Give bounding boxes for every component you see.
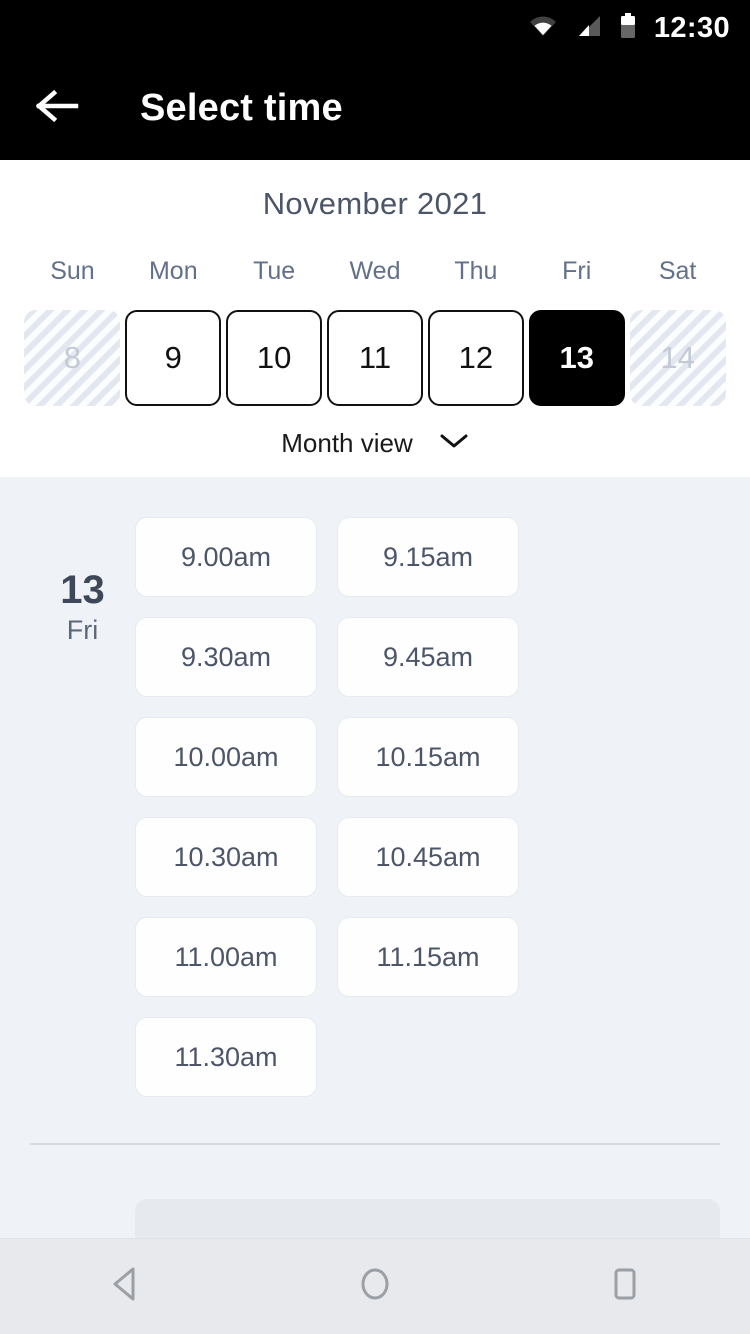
phone-screen: 12:30 Select time November 2021 Sun Mon … <box>0 0 750 1334</box>
back-arrow-icon <box>35 89 80 128</box>
week-day-strip: 8 9 10 11 12 13 14 <box>0 310 750 406</box>
day-block-13: 13 Fri 9.00am 9.15am 9.30am 9.45am 10.00… <box>0 517 750 1097</box>
day-label-dow: Fri <box>66 615 99 645</box>
nav-recents-icon <box>607 1264 643 1309</box>
status-time: 12:30 <box>653 11 730 44</box>
day-cell-12[interactable]: 12 <box>427 310 524 406</box>
salon-closed-banner: Salon closed <box>135 1199 720 1238</box>
android-nav-bar <box>0 1238 750 1334</box>
weekday-label: Fri <box>562 256 592 285</box>
chevron-down-icon <box>439 432 469 455</box>
day-cell-14: 14 <box>629 310 726 406</box>
time-slot[interactable]: 10.00am <box>135 717 317 797</box>
page-title: Select time <box>140 86 343 129</box>
time-slot[interactable]: 10.30am <box>135 817 317 897</box>
daycell-wrap: 14 <box>627 310 728 406</box>
battery-icon <box>620 12 636 44</box>
time-slot[interactable]: 9.00am <box>135 517 317 597</box>
daycell-wrap: 10 <box>224 310 325 406</box>
day-cell-10[interactable]: 10 <box>226 310 323 406</box>
daycell-wrap: 9 <box>123 310 224 406</box>
weekday-header-row: Sun Mon Tue Wed Thu Fri Sat <box>0 248 750 294</box>
day-cell-9[interactable]: 9 <box>125 310 222 406</box>
time-slot[interactable]: 11.15am <box>337 917 519 997</box>
daycell-wrap: 11 <box>325 310 426 406</box>
nav-home-button[interactable] <box>320 1239 430 1334</box>
daycell-wrap: 13 <box>526 310 627 406</box>
time-slot[interactable]: 11.00am <box>135 917 317 997</box>
month-view-label: Month view <box>281 428 413 458</box>
daycell-wrap: 8 <box>22 310 123 406</box>
time-slot[interactable]: 9.45am <box>337 617 519 697</box>
nav-home-icon <box>355 1264 395 1309</box>
day-block-14: 14 Sun Salon closed <box>0 1199 750 1238</box>
day-label-number: 13 <box>60 568 105 612</box>
status-bar: 12:30 <box>0 0 750 56</box>
nav-recents-button[interactable] <box>570 1239 680 1334</box>
weekday-label: Wed <box>349 256 401 285</box>
back-button[interactable] <box>30 80 86 136</box>
day-label-13: 13 Fri <box>30 517 135 1097</box>
time-slot[interactable]: 9.15am <box>337 517 519 597</box>
section-divider <box>30 1143 720 1145</box>
day-label-14: 14 Sun <box>30 1199 135 1238</box>
status-icons <box>528 12 636 44</box>
nav-back-icon <box>107 1264 143 1309</box>
month-title: November 2021 <box>262 186 488 221</box>
month-view-toggle[interactable]: Month view <box>0 428 750 459</box>
weekday-label: Thu <box>454 256 498 285</box>
calendar-panel: November 2021 Sun Mon Tue Wed Thu Fri Sa… <box>0 160 750 477</box>
weekday-label: Mon <box>148 256 198 285</box>
daycell-wrap: 12 <box>425 310 526 406</box>
day-cell-8: 8 <box>24 310 121 406</box>
time-slot[interactable]: 11.30am <box>135 1017 317 1097</box>
weekday-label: Sun <box>50 256 95 285</box>
nav-back-button[interactable] <box>70 1239 180 1334</box>
app-bar: Select time <box>0 56 750 160</box>
weekday-label: Tue <box>253 256 296 285</box>
cellular-signal-icon <box>576 14 602 43</box>
day-cell-11[interactable]: 11 <box>327 310 423 406</box>
wifi-icon <box>528 14 558 43</box>
time-slot-grid: 9.00am 9.15am 9.30am 9.45am 10.00am 10.1… <box>135 517 720 1097</box>
time-slot[interactable]: 10.15am <box>337 717 519 797</box>
time-slot[interactable]: 10.45am <box>337 817 519 897</box>
schedule-area: 13 Fri 9.00am 9.15am 9.30am 9.45am 10.00… <box>0 477 750 1238</box>
weekday-label: Sat <box>658 256 697 285</box>
time-slot[interactable]: 9.30am <box>135 617 317 697</box>
day-cell-13-selected[interactable]: 13 <box>528 310 625 406</box>
